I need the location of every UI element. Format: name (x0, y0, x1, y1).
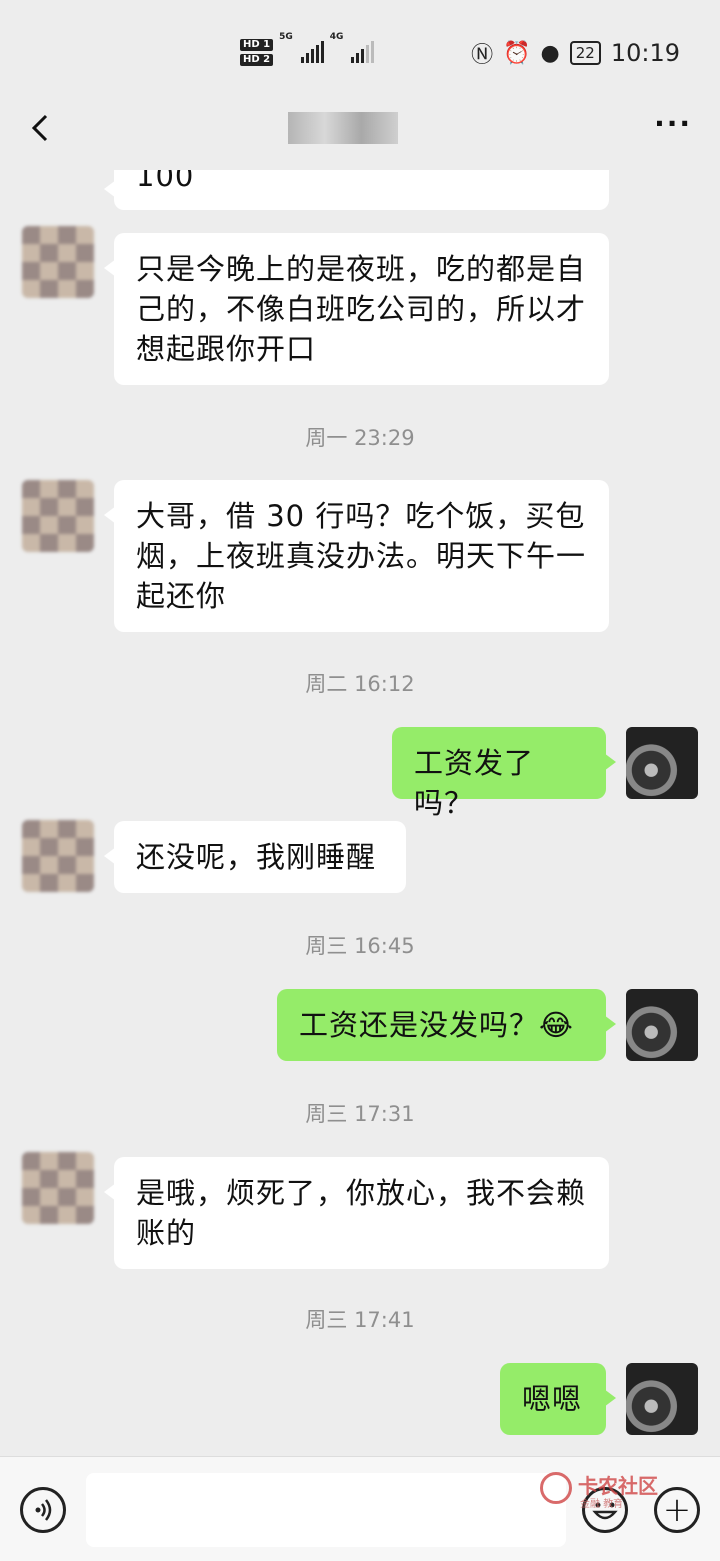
watermark-logo-icon (540, 1472, 572, 1504)
timestamp: 周一 23:29 (305, 426, 415, 450)
message-list[interactable]: 100 只是今晚上的是夜班，吃的都是自己的，不像白班吃公司的，所以才想起跟你开口… (0, 170, 720, 1456)
battery-icon: 22 (569, 41, 601, 65)
message-text: 嗯嗯 (522, 1382, 583, 1416)
avatar[interactable] (22, 1152, 94, 1224)
message-text: 100 (136, 170, 195, 193)
status-bar: HD 1 HD 2 5G 4G Ⓝ ⏰ ● 22 10:19 (0, 0, 720, 100)
timestamp: 周二 16:12 (305, 672, 415, 696)
network-type-2: 4G (329, 32, 344, 42)
network-indicators: HD 1 HD 2 5G 4G (240, 32, 375, 72)
contact-name (288, 112, 398, 144)
avatar[interactable] (22, 480, 94, 552)
signal-icon (300, 41, 324, 63)
message-text: 只是今晚上的是夜班，吃的都是自己的，不像白班吃公司的，所以才想起跟你开口 (136, 252, 587, 366)
avatar[interactable] (22, 820, 94, 892)
message-input[interactable] (86, 1473, 566, 1547)
alarm-icon: ⏰ (503, 40, 531, 66)
more-options-icon[interactable]: ··· (654, 110, 692, 138)
avatar[interactable] (22, 226, 94, 298)
voice-input-icon[interactable] (20, 1487, 66, 1533)
network-type-1: 5G (279, 32, 293, 42)
clock: 10:19 (610, 39, 680, 67)
signal-icon-2 (351, 41, 375, 63)
redaction-blur (304, 170, 494, 178)
timestamp: 周三 16:45 (305, 934, 415, 958)
message-text: 工资还是没发吗？😂 (299, 1008, 574, 1042)
message-bubble[interactable]: 大哥，借 30 行吗？吃个饭，买包烟，上夜班真没办法。明天下午一起还你 (104, 480, 609, 632)
watermark: 卡农社区 金融 教育 (540, 1470, 658, 1510)
message-text: 是哦，烦死了，你放心，我不会赖账的 (136, 1176, 587, 1250)
message-text: 工资发了吗？ (414, 746, 535, 820)
avatar[interactable] (626, 989, 698, 1061)
nfc-icon: Ⓝ (471, 43, 494, 68)
hd2-badge: HD 2 (240, 53, 274, 66)
status-icons: Ⓝ ⏰ ● 22 10:19 (471, 36, 680, 70)
message-text: 大哥，借 30 行吗？吃个饭，买包烟，上夜班真没办法。明天下午一起还你 (136, 499, 587, 613)
message-bubble[interactable]: 是哦，烦死了，你放心，我不会赖账的 (104, 1157, 609, 1269)
avatar[interactable] (626, 1363, 698, 1435)
chat-header: ··· (0, 100, 720, 170)
add-attachment-icon[interactable]: + (654, 1487, 700, 1533)
message-bubble[interactable]: 还没呢，我刚睡醒 (104, 821, 406, 893)
message-bubble[interactable]: 嗯嗯 (500, 1363, 616, 1435)
message-bubble[interactable]: 工资还是没发吗？😂 (277, 989, 616, 1061)
timestamp: 周三 17:41 (305, 1308, 415, 1332)
message-bubble[interactable]: 工资发了吗？ (392, 727, 616, 820)
voice-wave-icon (35, 1499, 52, 1521)
timestamp: 周三 17:31 (305, 1102, 415, 1126)
message-bubble[interactable]: 只是今晚上的是夜班，吃的都是自己的，不像白班吃公司的，所以才想起跟你开口 (104, 233, 609, 385)
message-bubble[interactable]: 100 (104, 170, 609, 210)
back-icon[interactable] (22, 108, 62, 148)
hd1-badge: HD 1 (240, 38, 274, 51)
avatar[interactable] (626, 727, 698, 799)
location-icon: ● (540, 40, 560, 66)
message-text: 还没呢，我刚睡醒 (136, 840, 377, 874)
